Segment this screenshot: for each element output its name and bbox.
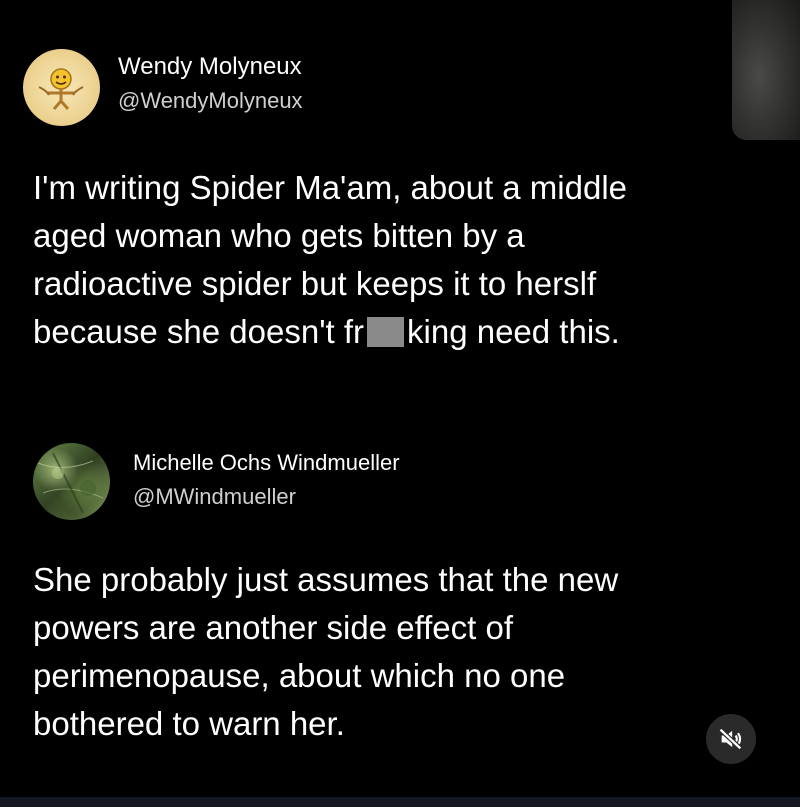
tweet-text-line: aged woman who gets bitten by a [33,217,525,254]
tweet-text-line: radioactive spider but keeps it to hersl… [33,265,597,302]
user-handle[interactable]: @MWindmueller [133,484,296,510]
avatar-wendy[interactable] [23,49,100,126]
display-name[interactable]: Wendy Molyneux [118,53,302,81]
censor-block [367,317,405,347]
reply-text: She probably just assumes that the new p… [33,556,618,748]
smiley-cartoon-icon [38,68,84,110]
reply-text-line: perimenopause, about which no one [33,657,566,694]
reply-text-line: powers are another side effect of [33,609,514,646]
display-name[interactable]: Michelle Ochs Windmueller [133,450,400,476]
corner-thumbnail [732,0,800,140]
tweet-text: I'm writing Spider Ma'am, about a middle… [33,164,627,356]
user-handle[interactable]: @WendyMolyneux [118,88,303,114]
bottom-bar [0,797,800,807]
tweet-text-line: because she doesn't fr king need this. [33,308,627,356]
reply-text-line: She probably just assumes that the new [33,561,619,598]
tweet-text-after-censor: king need this. [407,313,620,350]
mute-button[interactable] [706,714,756,764]
tree-photo-icon [37,452,104,514]
tweet-text-before-censor: because she doesn't fr [33,313,365,350]
speaker-muted-icon [718,727,742,751]
tweet-text-line: I'm writing Spider Ma'am, about a middle [33,169,628,206]
avatar-michelle[interactable] [33,443,110,520]
reply-text-line: bothered to warn her. [33,705,345,742]
